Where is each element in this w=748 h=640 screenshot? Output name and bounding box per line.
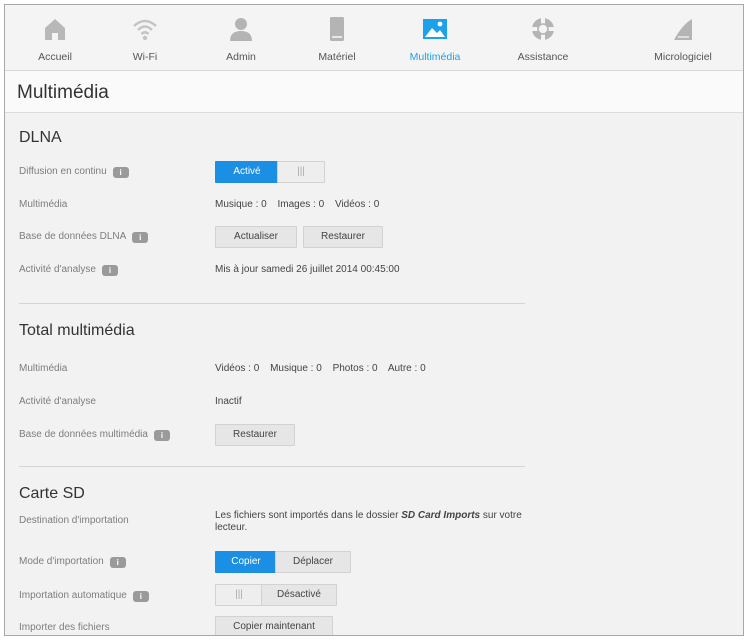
nav-item-accueil[interactable]: Accueil — [15, 11, 95, 69]
dlna-media-counts: Musique : 0 Images : 0 Vidéos : 0 — [215, 199, 387, 210]
info-icon[interactable]: i — [153, 430, 170, 441]
copy-now-button[interactable]: Copier maintenant — [215, 616, 333, 635]
dlna-db-label: Base de données DLNA — [19, 231, 127, 242]
sd-mode-row-label: Mode d'importation i — [19, 556, 126, 568]
user-icon — [230, 18, 252, 41]
nav-item-materiel[interactable]: Matériel — [295, 11, 379, 69]
nav-label: Wi-Fi — [132, 51, 158, 63]
streaming-toggle-off[interactable]: ||| — [277, 161, 325, 183]
app-window: Accueil Wi-Fi Admin Matériel Multimédia … — [4, 4, 744, 636]
image-icon — [423, 19, 447, 39]
dlna-scan-label: Activité d'analyse — [19, 264, 96, 275]
info-icon[interactable]: i — [101, 265, 118, 276]
dlna-scan-row-label: Activité d'analyse i — [19, 264, 118, 276]
wifi-icon — [133, 19, 157, 41]
sd-auto-row-label: Importation automatique i — [19, 590, 149, 602]
divider — [19, 466, 525, 467]
total-photos-count: Photos : 0 — [332, 363, 378, 374]
refresh-button[interactable]: Actualiser — [215, 226, 297, 248]
home-icon — [45, 19, 65, 40]
firmware-icon — [674, 19, 692, 40]
sd-dest-text: Les fichiers sont importés dans le dossi… — [215, 510, 555, 534]
streaming-on-button[interactable]: Activé — [215, 161, 279, 183]
lifebuoy-icon — [530, 16, 556, 42]
info-icon[interactable]: i — [132, 232, 149, 243]
nav-item-multimedia[interactable]: Multimédia — [387, 11, 483, 69]
auto-toggle-on[interactable]: ||| — [215, 584, 263, 606]
nav-label: Accueil — [38, 51, 72, 63]
nav-item-assistance[interactable]: Assistance — [495, 11, 591, 69]
nav-item-wifi[interactable]: Wi-Fi — [105, 11, 185, 69]
sd-import-label: Importer des fichiers — [19, 622, 110, 633]
total-music-count: Musique : 0 — [270, 363, 322, 374]
total-db-label: Base de données multimédia — [19, 429, 148, 440]
info-icon[interactable]: i — [109, 557, 126, 568]
nav-item-micrologiciel[interactable]: Micrologiciel — [633, 11, 733, 69]
dlna-music-count: Musique : 0 — [215, 199, 267, 210]
total-other-count: Autre : 0 — [387, 363, 426, 374]
total-media-counts: Vidéos : 0 Musique : 0 Photos : 0 Autre … — [215, 363, 434, 374]
mode-copy-button[interactable]: Copier — [215, 551, 277, 573]
nav-label: Assistance — [517, 51, 569, 63]
streaming-row-label: Diffusion en continu i — [19, 166, 129, 178]
nav-label: Multimédia — [409, 51, 461, 63]
info-icon[interactable]: i — [132, 591, 149, 602]
nav-label: Admin — [226, 51, 256, 63]
total-media-label: Multimédia — [19, 363, 68, 374]
total-section-title: Total multimédia — [19, 322, 135, 339]
sd-auto-label: Importation automatique — [19, 590, 127, 601]
dlna-images-count: Images : 0 — [277, 199, 325, 210]
total-scan-value: Inactif — [215, 396, 242, 407]
nav-label: Micrologiciel — [654, 51, 712, 63]
total-restore-button[interactable]: Restaurer — [215, 424, 295, 446]
info-icon[interactable]: i — [112, 167, 129, 178]
sd-mode-label: Mode d'importation — [19, 556, 104, 567]
nav-label: Matériel — [318, 51, 356, 63]
dlna-db-row-label: Base de données DLNA i — [19, 231, 149, 243]
top-navigation: Accueil Wi-Fi Admin Matériel Multimédia … — [5, 5, 743, 71]
dlna-videos-count: Vidéos : 0 — [334, 199, 380, 210]
title-bar: Multimédia — [5, 71, 743, 113]
sd-dest-text-1: Les fichiers sont importés dans le dossi… — [215, 510, 399, 521]
page-title: Multimédia — [17, 82, 109, 103]
total-db-row-label: Base de données multimédia i — [19, 429, 170, 441]
auto-off-button[interactable]: Désactivé — [261, 584, 337, 606]
dlna-media-label: Multimédia — [19, 199, 68, 210]
total-scan-label: Activité d'analyse — [19, 396, 96, 407]
nav-item-admin[interactable]: Admin — [201, 11, 281, 69]
dlna-section-title: DLNA — [19, 129, 62, 146]
hardware-icon — [330, 17, 344, 41]
streaming-label: Diffusion en continu — [19, 166, 107, 177]
sd-dest-label: Destination d'importation — [19, 515, 129, 526]
dlna-restore-button[interactable]: Restaurer — [303, 226, 383, 248]
sd-section-title: Carte SD — [19, 485, 85, 502]
sd-dest-folder: SD Card Imports — [401, 510, 481, 521]
dlna-scan-value: Mis à jour samedi 26 juillet 2014 00:45:… — [215, 264, 400, 275]
mode-move-button[interactable]: Déplacer — [275, 551, 351, 573]
total-videos-count: Vidéos : 0 — [215, 363, 260, 374]
divider — [19, 303, 525, 304]
